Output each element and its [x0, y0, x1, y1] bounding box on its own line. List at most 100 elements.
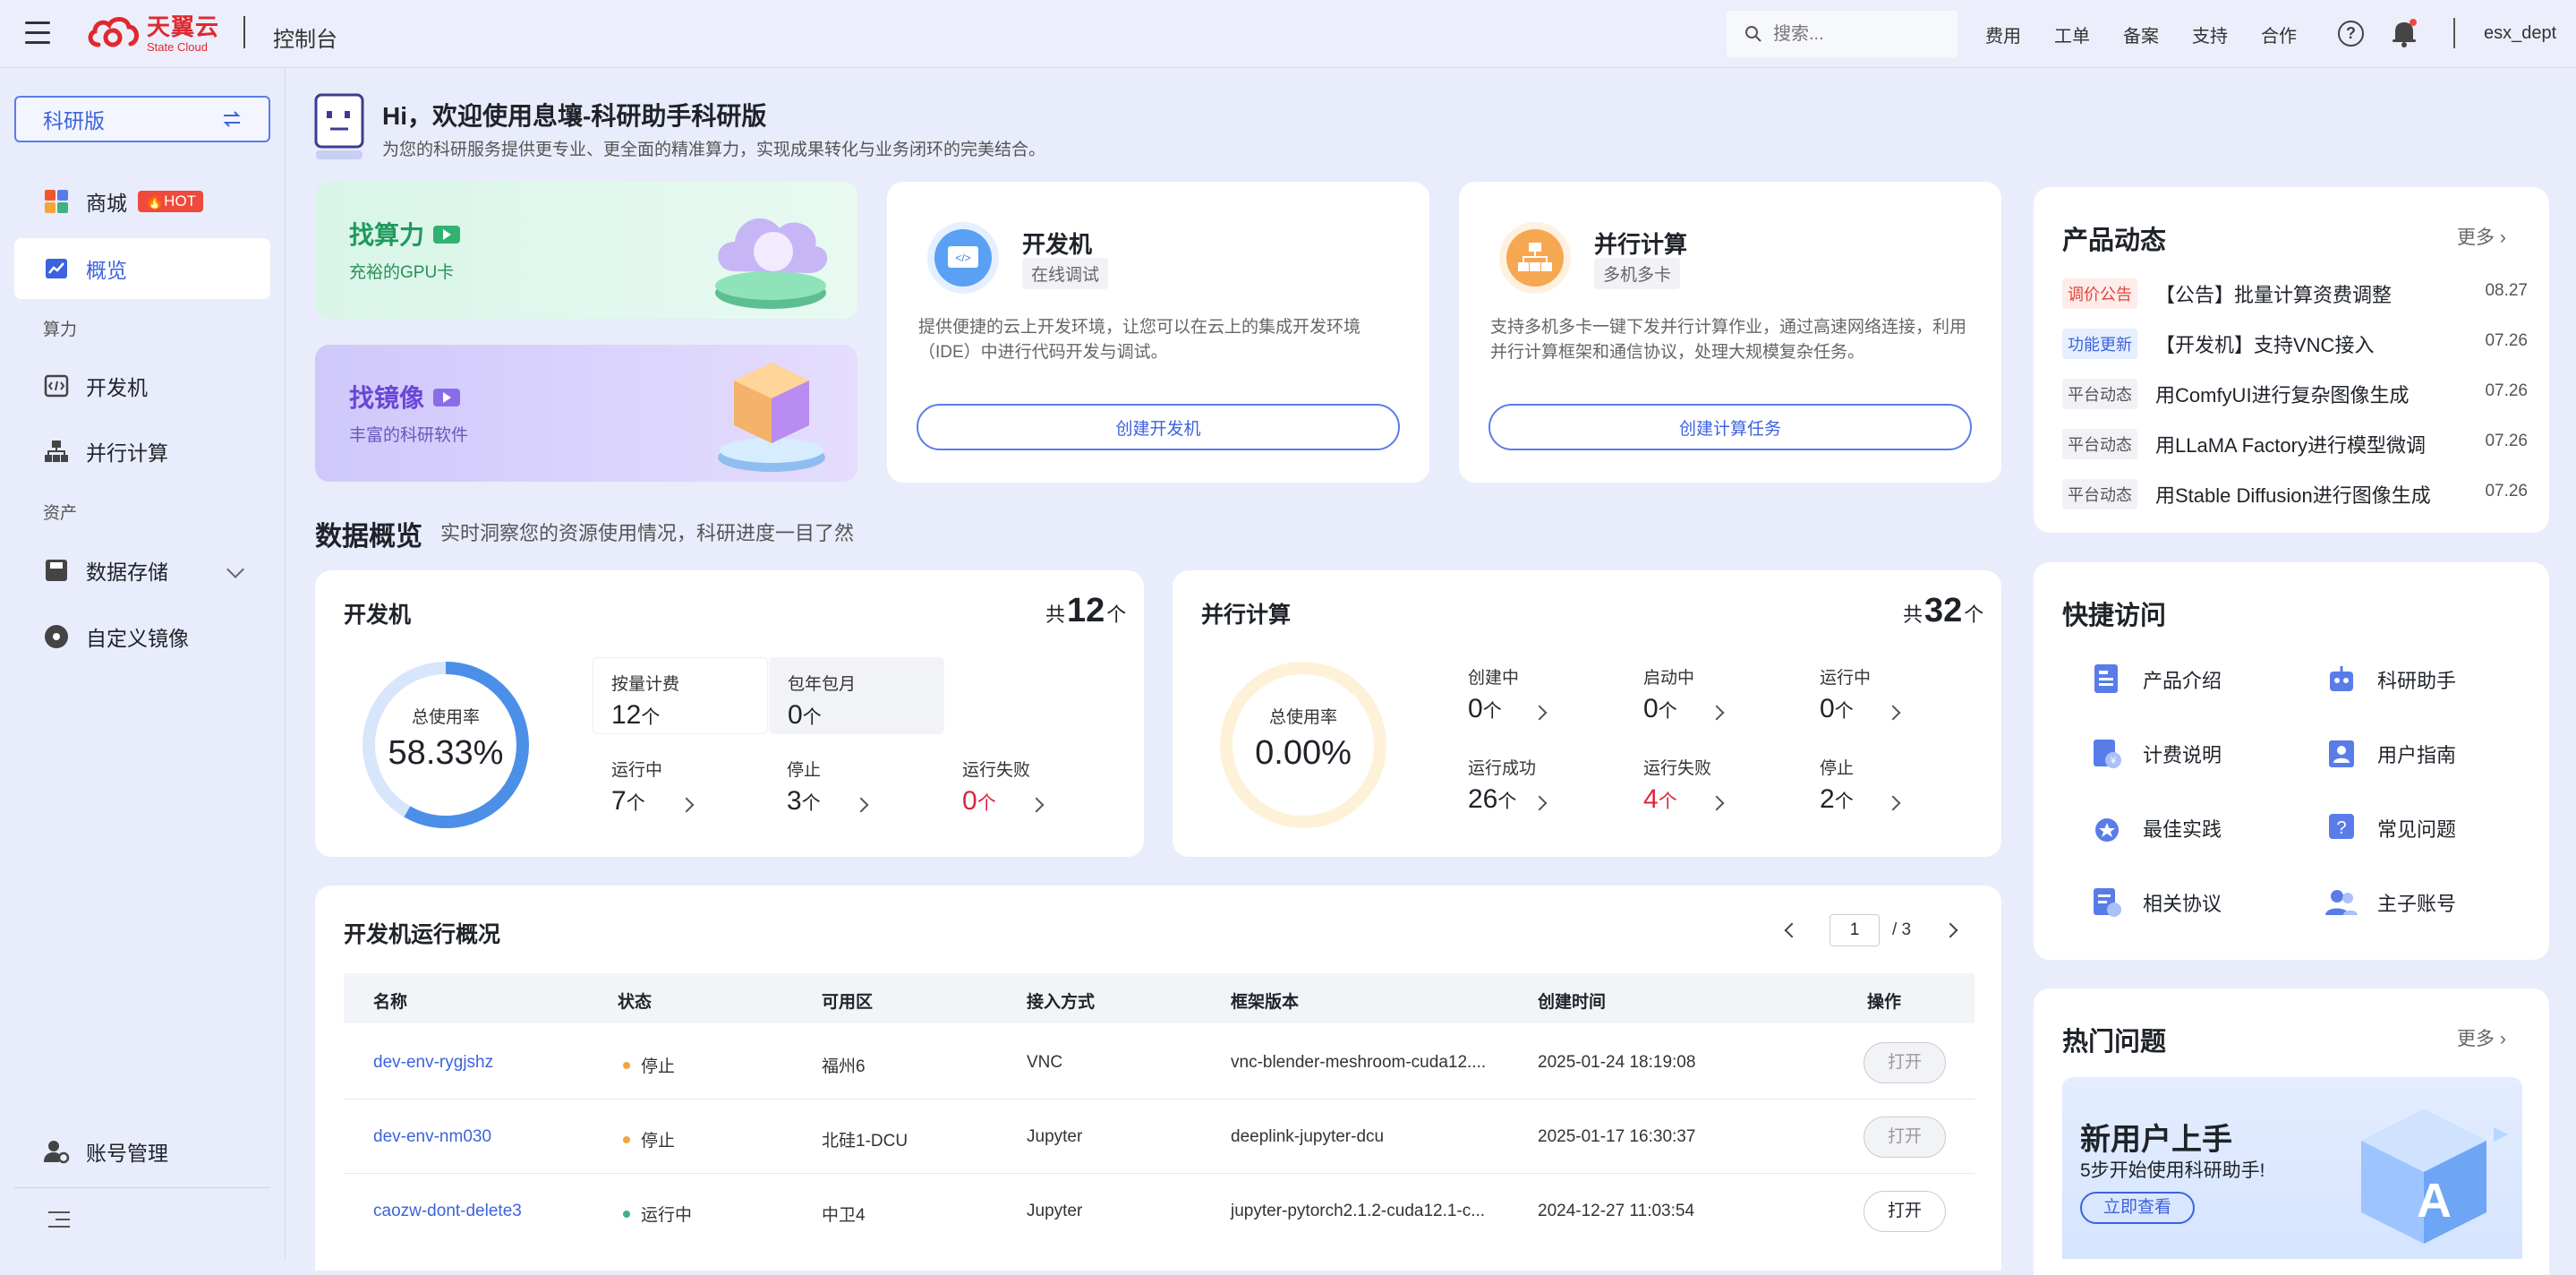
ring-label: 总使用率 [1268, 708, 1337, 727]
status-dot [623, 1061, 630, 1069]
assistant-robot-icon [314, 93, 364, 159]
onboarding-banner[interactable]: 新用户上手 5步开始使用科研助手! 立即查看 A [2062, 1077, 2522, 1259]
parallel-icon [45, 441, 68, 462]
status-cell: 停止 [623, 1053, 675, 1077]
sidebar-item-label: 账号管理 [86, 1142, 168, 1165]
open-button[interactable]: 打开 [1864, 1191, 1946, 1232]
user-name[interactable]: esx_dept [2484, 23, 2556, 44]
status-cell: 运行中 [623, 1202, 692, 1226]
created-cell: 2025-01-17 16:30:37 [1538, 1127, 1696, 1146]
create-devbox-button[interactable]: 创建开发机 [917, 404, 1400, 450]
sidebar-item-custom-image[interactable]: 自定义镜像 [14, 606, 270, 667]
access-cell: VNC [1027, 1053, 1063, 1072]
link-ticket[interactable]: 工单 [2054, 21, 2123, 47]
next-page-icon[interactable] [1942, 922, 1958, 938]
link-support[interactable]: 支持 [2192, 21, 2261, 47]
metric-succeeded[interactable]: 运行成功 26个 [1468, 755, 1575, 815]
news-item[interactable]: 平台动态 用Stable Diffusion进行图像生成 07.26 [2062, 472, 2528, 509]
quick-link-billing-guide[interactable]: ¥ 计费说明 [2089, 736, 2222, 772]
news-more-link[interactable]: 更多 › [2457, 223, 2506, 250]
robot-icon [2330, 666, 2353, 691]
devbox-service-icon: </> [927, 222, 999, 294]
metric-creating[interactable]: 创建中 0个 [1468, 664, 1575, 724]
news-text: 用LLaMA Factory进行模型微调 [2155, 434, 2426, 457]
sidebar-item-account[interactable]: 账号管理 [14, 1121, 270, 1182]
open-button[interactable]: 打开 [1864, 1042, 1946, 1083]
usage-value: 58.33% [388, 734, 504, 772]
create-compute-task-button[interactable]: 创建计算任务 [1488, 404, 1972, 450]
logo[interactable]: 天翼云 State Cloud [86, 14, 219, 54]
view-now-button[interactable]: 立即查看 [2080, 1192, 2195, 1224]
zone-cell: 福州6 [822, 1057, 866, 1076]
link-partner[interactable]: 合作 [2261, 21, 2330, 47]
sidebar-item-store[interactable]: 商城 🔥HOT [14, 171, 270, 232]
find-image-card[interactable]: 找镜像 丰富的科研软件 [315, 345, 857, 482]
devbox-icon [44, 374, 69, 398]
search-icon [1745, 26, 1761, 42]
metric-failed[interactable]: 运行失败 4个 [1643, 755, 1751, 815]
arrow-right-icon [433, 225, 461, 244]
metric-stopped[interactable]: 停止 3个 [787, 757, 894, 817]
swap-icon [223, 111, 241, 127]
usage-value: 0.00% [1255, 734, 1352, 772]
section-title: 数据概览 [315, 522, 422, 552]
table-row: dev-env-rygjshz 停止 福州6 VNC vnc-blender-m… [344, 1026, 1975, 1100]
edition-label: 科研版 [43, 109, 105, 133]
news-item[interactable]: 平台动态 用LLaMA Factory进行模型微调 07.26 [2062, 422, 2528, 459]
sidebar-item-storage[interactable]: 数据存储 [14, 540, 270, 601]
metric-starting[interactable]: 启动中 0个 [1643, 664, 1751, 724]
quick-link-faq[interactable]: ? 常见问题 [2324, 810, 2456, 846]
quick-link-sub-accounts[interactable]: 主子账号 [2324, 885, 2456, 920]
store-icon [45, 190, 68, 213]
metric-failed[interactable]: 运行失败 0个 [962, 757, 1070, 817]
edition-switcher[interactable]: 科研版 [14, 96, 270, 142]
user-guide-icon [2329, 740, 2354, 767]
quick-link-research-assistant[interactable]: 科研助手 [2324, 662, 2456, 697]
stats-title: 并行计算 [1201, 603, 1292, 628]
news-item[interactable]: 平台动态 用ComfyUI进行复杂图像生成 07.26 [2062, 372, 2528, 409]
devbox-name-link[interactable]: dev-env-rygjshz [373, 1053, 493, 1073]
devbox-name-link[interactable]: caozw-dont-delete3 [373, 1202, 522, 1221]
open-button[interactable]: 打开 [1864, 1117, 1946, 1158]
devbox-name-link[interactable]: dev-env-nm030 [373, 1127, 491, 1147]
quick-link-agreements[interactable]: 相关协议 [2089, 885, 2222, 920]
service-description: 支持多机多卡一键下发并行计算作业，通过高速网络连接，利用并行计算框架和通信协议，… [1490, 318, 1967, 362]
sidebar-item-label: 数据存储 [86, 560, 168, 584]
link-billing[interactable]: 费用 [1985, 21, 2054, 47]
metric-stopped[interactable]: 停止 2个 [1820, 755, 1927, 815]
quick-link-product-intro[interactable]: 产品介绍 [2089, 662, 2222, 697]
news-tag: 平台动态 [2062, 429, 2137, 459]
metric-running[interactable]: 运行中 7个 [611, 757, 719, 817]
find-compute-card[interactable]: 找算力 充裕的GPU卡 [315, 182, 857, 319]
collapse-sidebar-icon[interactable] [48, 1211, 70, 1229]
search-box[interactable] [1727, 11, 1958, 57]
news-text: 【开发机】支持VNC接入 [2155, 334, 2375, 356]
column-header: 可用区 [822, 993, 874, 1012]
service-description: 提供便捷的云上开发环境，让您可以在云上的集成开发环境（IDE）中进行代码开发与调… [918, 318, 1361, 362]
sidebar-item-overview[interactable]: 概览 [14, 238, 270, 299]
news-title: 产品动态 [2062, 227, 2167, 255]
question-icon: ? [2329, 814, 2354, 839]
created-cell: 2024-12-27 11:03:54 [1538, 1202, 1695, 1220]
search-input[interactable] [1771, 22, 1941, 46]
page-input[interactable]: 1 [1830, 914, 1880, 946]
column-header: 创建时间 [1538, 993, 1607, 1012]
column-header: 接入方式 [1027, 993, 1096, 1012]
prev-page-icon[interactable] [1784, 922, 1800, 938]
faq-more-link[interactable]: 更多 › [2457, 1024, 2506, 1051]
promo-title: 找算力 [349, 221, 425, 249]
console-title[interactable]: 控制台 [273, 21, 337, 53]
sidebar-item-parallel[interactable]: 并行计算 [14, 421, 270, 482]
news-item[interactable]: 调价公告 【公告】批量计算资费调整 08.27 [2062, 271, 2528, 309]
help-icon[interactable]: ? [2338, 21, 2364, 47]
framework-cell: jupyter-pytorch2.1.2-cuda12.1-c... [1231, 1202, 1486, 1220]
metric-running[interactable]: 运行中 0个 [1820, 664, 1927, 724]
quick-link-best-practices[interactable]: 最佳实践 [2089, 810, 2222, 846]
bell-icon[interactable] [2390, 18, 2418, 48]
quick-link-user-guide[interactable]: 用户指南 [2324, 736, 2456, 772]
news-item[interactable]: 功能更新 【开发机】支持VNC接入 07.26 [2062, 321, 2528, 359]
menu-icon[interactable] [25, 21, 50, 44]
sidebar-item-devbox[interactable]: 开发机 [14, 355, 270, 416]
link-filing[interactable]: 备案 [2123, 21, 2192, 47]
page-total: / 3 [1892, 920, 1912, 939]
